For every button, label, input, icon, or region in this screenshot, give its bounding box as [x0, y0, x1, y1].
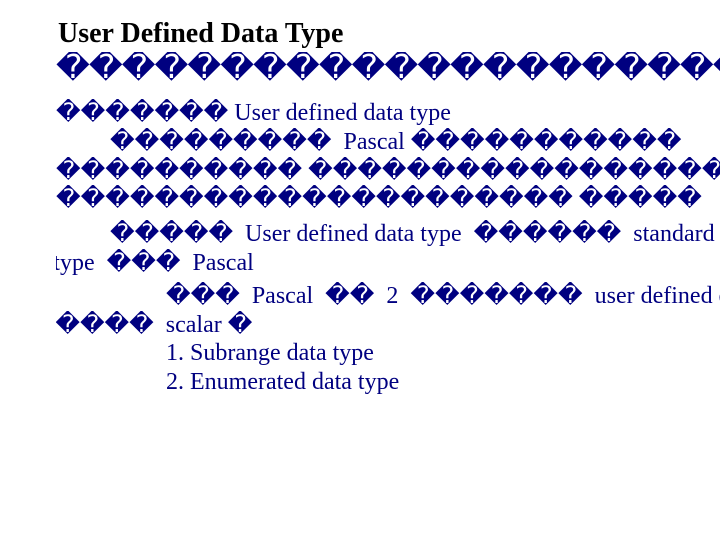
- slide-title: User Defined Data Type: [56, 18, 720, 50]
- line-blocks-2: ���������� �����������������: [56, 157, 720, 186]
- line-pascal-two-userdef: ��� Pascal �� 2 ������� user defined d: [56, 282, 720, 311]
- line-udt-intro: ������� User defined data type: [56, 99, 720, 128]
- slide-page: User Defined Data Type �����������������…: [0, 0, 720, 540]
- line-subrange: 1. Subrange data type: [56, 339, 720, 368]
- line-enumerated: 2. Enumerated data type: [56, 368, 720, 397]
- text-user-defined: User defined data type: [234, 100, 451, 126]
- text-two: 2: [386, 283, 398, 309]
- text-pascal-1: Pascal: [343, 129, 404, 155]
- text-standard: standard: [633, 221, 714, 247]
- body-text: ������� User defined data type ���������…: [56, 99, 720, 397]
- text-user-defined-2: User defined data type: [245, 221, 462, 247]
- line-pascal-1: ��������� Pascal �����������: [56, 128, 720, 157]
- text-pascal-2: Pascal: [192, 250, 253, 276]
- line-type-scalar: type ���� scalar �: [56, 311, 720, 340]
- glyph-strip-top: ����������������������: [56, 52, 720, 85]
- text-pascal-3: Pascal: [252, 283, 313, 309]
- line-blocks-3: ��������������������� �����: [56, 185, 720, 214]
- text-data-type: Data type: [56, 250, 95, 276]
- text-scalar: scalar: [166, 312, 222, 338]
- text-user-defined-d: user defined d: [595, 283, 720, 309]
- line-datatype-pascal: Data type ��� Pascal: [56, 249, 720, 278]
- line-udt-standard: ����� User defined data type ������ stan…: [56, 220, 720, 249]
